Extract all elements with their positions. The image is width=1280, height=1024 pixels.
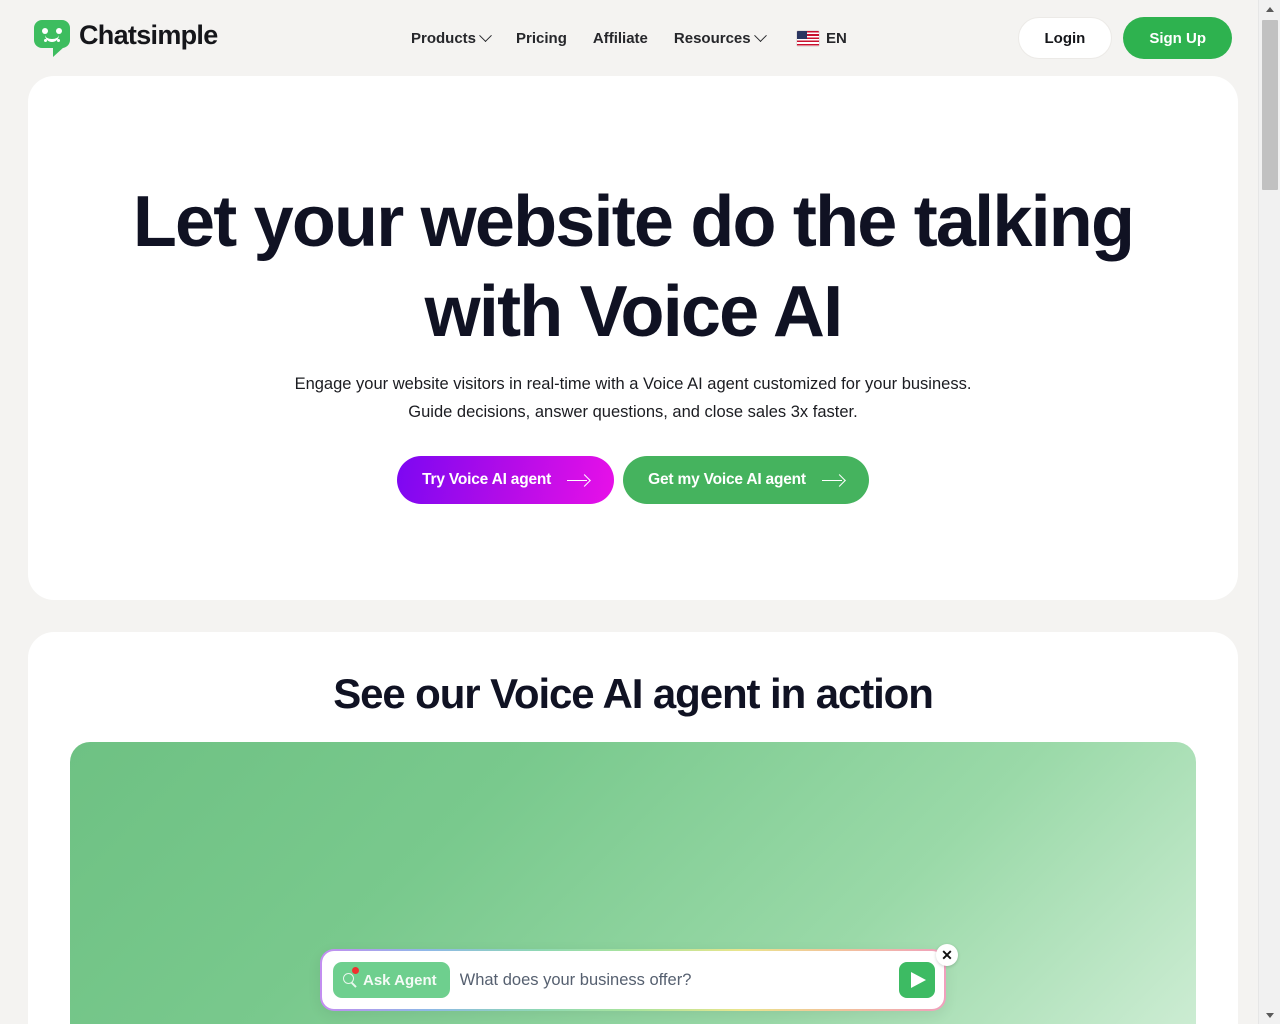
language-selector[interactable]: EN — [797, 0, 847, 76]
chat-bar-inner: Ask Agent — [322, 951, 944, 1009]
login-button[interactable]: Login — [1017, 17, 1113, 59]
chat-input[interactable] — [459, 970, 889, 990]
chat-bubble-smiley-icon — [34, 20, 70, 57]
red-dot-badge — [352, 967, 359, 974]
demo-section-title: See our Voice AI agent in action — [333, 670, 934, 717]
hero-subtitle: Engage your website visitors in real-tim… — [28, 370, 1238, 426]
ask-agent-button[interactable]: Ask Agent — [333, 962, 450, 998]
chat-bar: Ask Agent — [320, 949, 946, 1011]
nav-item-affiliate[interactable]: Affiliate — [593, 30, 648, 47]
hero-subtitle-line-1: Engage your website visitors in real-tim… — [294, 375, 972, 393]
ask-agent-label: Ask Agent — [363, 971, 437, 989]
scroll-down-button[interactable] — [1259, 1006, 1280, 1024]
page-viewport: Chatsimple Products Pricing Affiliate Re… — [0, 0, 1258, 1024]
send-paper-plane-icon — [910, 972, 926, 988]
site-header: Chatsimple Products Pricing Affiliate Re… — [0, 0, 1258, 76]
scroll-up-button[interactable] — [1259, 0, 1280, 18]
logo-wordmark: Chatsimple — [79, 20, 218, 50]
search-icon — [343, 973, 354, 984]
arrow-right-icon — [567, 475, 589, 485]
hero-subtitle-line-2: Guide decisions, answer questions, and c… — [408, 403, 858, 421]
close-icon[interactable]: ✕ — [936, 944, 958, 966]
cta-label: Try Voice AI agent — [422, 471, 552, 488]
scrollbar-thumb[interactable] — [1262, 20, 1278, 190]
primary-nav: Products Pricing Affiliate Resources — [411, 0, 767, 76]
send-button[interactable] — [899, 962, 935, 998]
chevron-down-icon — [479, 28, 492, 42]
auth-actions: Login Sign Up — [1017, 0, 1232, 76]
arrow-right-icon — [821, 475, 844, 485]
nav-item-label: Pricing — [516, 29, 567, 47]
vertical-scrollbar[interactable] — [1258, 0, 1280, 1024]
hero-title-line-2: with Voice AI — [424, 272, 843, 352]
try-voice-ai-agent-button[interactable]: Try Voice AI agent — [397, 456, 615, 504]
nav-item-label: Resources — [673, 29, 751, 47]
site-logo[interactable]: Chatsimple — [34, 20, 218, 57]
signup-button[interactable]: Sign Up — [1123, 17, 1232, 59]
hero-section: Let your website do the talking with Voi… — [28, 76, 1238, 600]
nav-item-pricing[interactable]: Pricing — [516, 30, 567, 47]
nav-item-products[interactable]: Products — [411, 28, 492, 47]
nav-item-label: Products — [411, 29, 477, 47]
hero-title-line-1: Let your website do the talking — [132, 182, 1135, 262]
language-code: EN — [826, 29, 847, 47]
us-flag-icon — [797, 30, 819, 46]
cta-label: Get my Voice AI agent — [648, 471, 806, 488]
nav-item-label: Affiliate — [592, 29, 648, 47]
chat-widget: ✕ Ask Agent — [320, 944, 958, 1011]
chevron-down-icon — [753, 28, 767, 42]
page-title: Let your website do the talking with Voi… — [28, 177, 1238, 357]
get-my-voice-ai-agent-button[interactable]: Get my Voice AI agent — [623, 456, 869, 504]
nav-item-resources[interactable]: Resources — [673, 28, 767, 47]
hero-cta-group: Try Voice AI agent Get my Voice AI agent — [28, 456, 1238, 504]
